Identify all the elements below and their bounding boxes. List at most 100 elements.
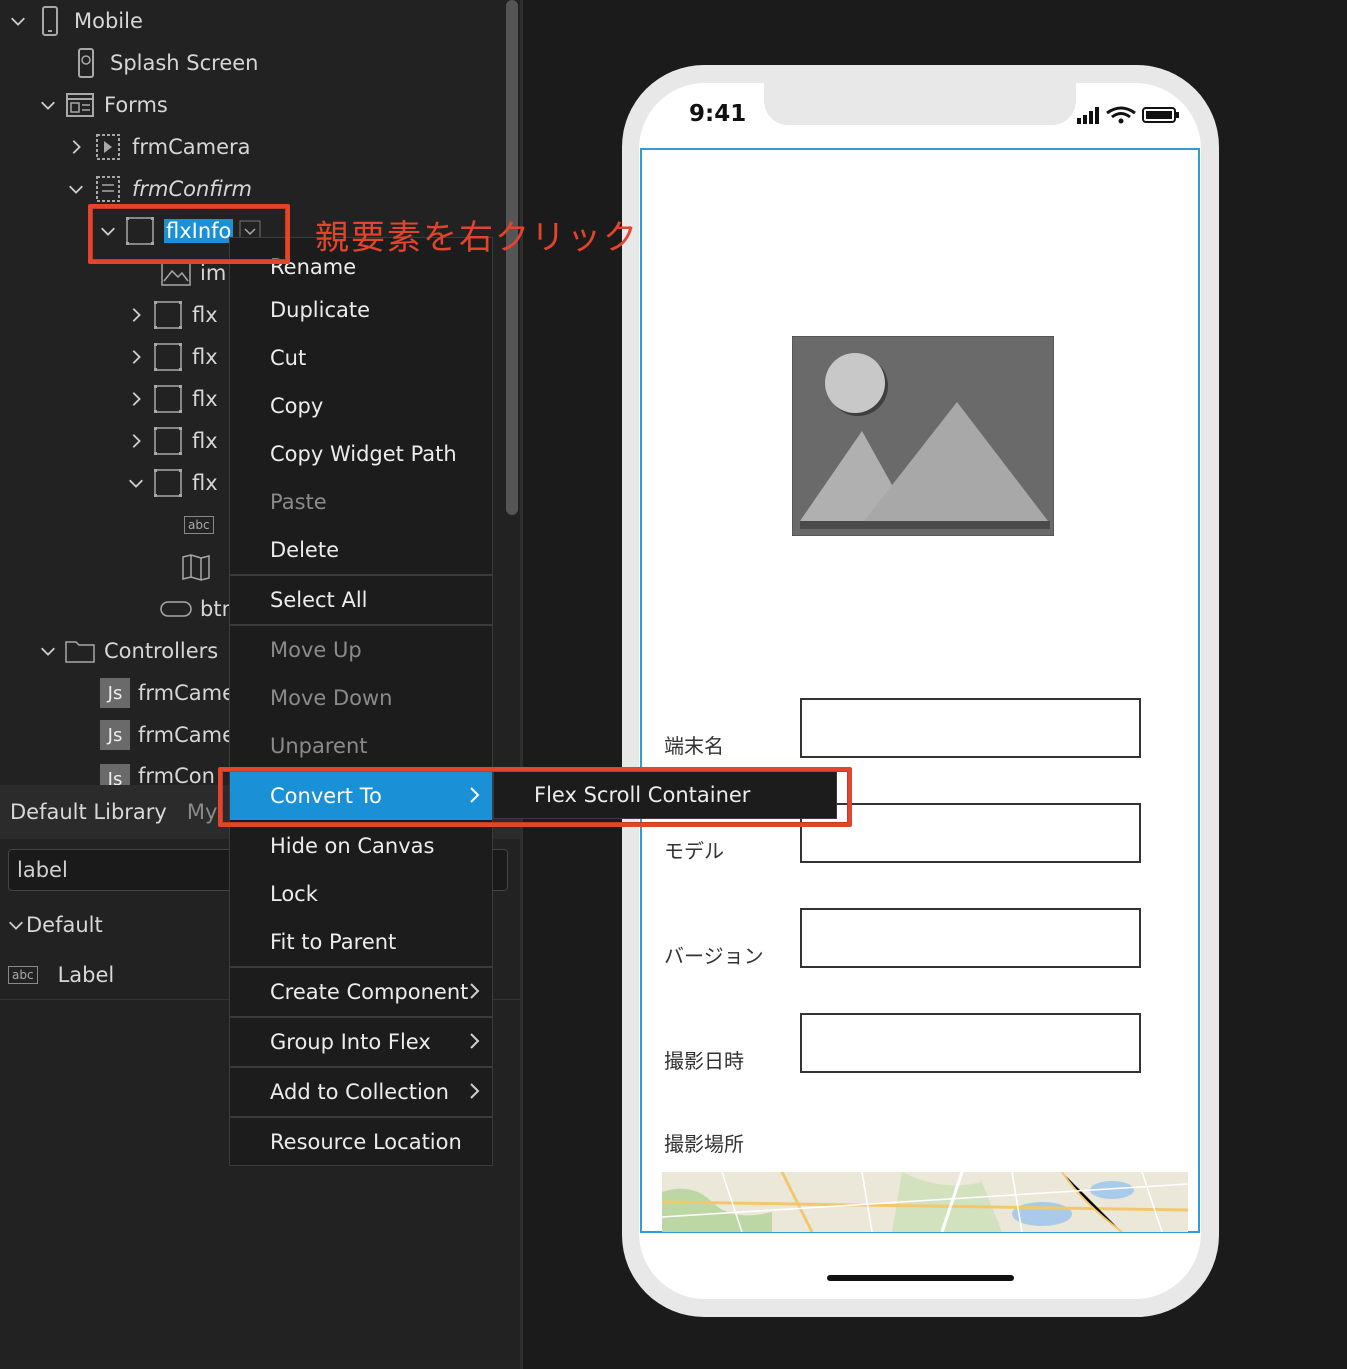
menu-item-select-all[interactable]: Select All (230, 576, 492, 624)
textbox-version[interactable] (800, 908, 1141, 968)
library-group-label: Default (26, 913, 103, 937)
menu-item-copy-widget-path[interactable]: Copy Widget Path (230, 430, 492, 478)
flex-container-icon (152, 466, 184, 500)
menu-item-hide-on-canvas[interactable]: Hide on Canvas (230, 822, 492, 870)
flex-container-icon (152, 382, 184, 416)
menu-item-group-into-flex[interactable]: Group Into Flex (230, 1018, 492, 1066)
menu-item-create-component[interactable]: Create Component (230, 968, 492, 1016)
button-icon (160, 592, 192, 626)
tree-label: flx (192, 429, 218, 453)
tree-item-controller-file[interactable]: Js frmCame (94, 714, 235, 756)
menu-label: Create Component (270, 980, 469, 1004)
library-item-label[interactable]: abc Label (8, 963, 114, 987)
form-canvas-frame: 端末名 モデル バージョン 撮影日時 撮影場所 (640, 148, 1200, 1233)
cellular-signal-icon (1077, 107, 1099, 124)
tree-item-frmcamera[interactable]: frmCamera (66, 126, 251, 168)
menu-item-move-down[interactable]: Move Down (230, 674, 492, 722)
library-group-default[interactable]: Default (6, 913, 103, 937)
chevron-right-icon (470, 983, 480, 999)
textbox-capture-datetime[interactable] (800, 1013, 1141, 1073)
tab-default-library[interactable]: Default Library (0, 785, 177, 839)
menu-label: Move Down (270, 686, 393, 710)
menu-item-paste[interactable]: Paste (230, 478, 492, 526)
tree-item-child-flex[interactable]: flx (126, 378, 218, 420)
phone-screen: 9:41 端末名 モデル バージョン 撮影日時 撮影場所 (639, 83, 1201, 1299)
menu-label: Fit to Parent (270, 930, 397, 954)
library-item-text: Label (57, 963, 115, 987)
js-file-icon: Js (100, 678, 130, 708)
field-label-capture-location: 撮影場所 (664, 1132, 744, 1156)
chevron-right-icon[interactable] (126, 347, 146, 367)
menu-label: Copy Widget Path (270, 442, 457, 466)
menu-item-copy[interactable]: Copy (230, 382, 492, 430)
menu-label: Add to Collection (270, 1080, 449, 1104)
label-widget-icon: abc (184, 516, 214, 534)
menu-label: Unparent (270, 734, 368, 758)
menu-item-lock[interactable]: Lock (230, 870, 492, 918)
field-label-version: バージョン (664, 944, 764, 968)
chevron-down-icon[interactable] (126, 473, 146, 493)
annotation-highlight-convert (218, 767, 852, 827)
menu-item-cut[interactable]: Cut (230, 334, 492, 382)
context-menu: Rename Duplicate Cut Copy Copy Widget Pa… (229, 237, 493, 1166)
map-widget[interactable] (662, 1172, 1188, 1232)
tree-item-label-widget[interactable]: abc (184, 504, 214, 546)
tree-item-map-widget[interactable] (180, 546, 212, 588)
chevron-down-icon[interactable] (38, 641, 58, 661)
tree-item-child-flex[interactable]: flx (126, 336, 218, 378)
chevron-right-icon (470, 1033, 480, 1049)
menu-label: Paste (270, 490, 327, 514)
menu-label: Copy (270, 394, 324, 418)
menu-item-delete[interactable]: Delete (230, 526, 492, 574)
tree-item-splash-screen[interactable]: Splash Screen (64, 42, 259, 84)
tree-item-child-flex[interactable]: flx (126, 420, 218, 462)
tree-item-controller-file[interactable]: Js frmCame (94, 672, 235, 714)
status-bar-icons (1077, 106, 1179, 124)
menu-label: Delete (270, 538, 339, 562)
tree-item-child-flex[interactable]: flx (126, 294, 218, 336)
menu-item-fit-to-parent[interactable]: Fit to Parent (230, 918, 492, 966)
chevron-right-icon[interactable] (66, 137, 86, 157)
tree-item-forms[interactable]: Forms (38, 84, 168, 126)
tree-item-child-flex[interactable]: flx (126, 462, 218, 504)
menu-item-resource-location[interactable]: Resource Location (230, 1118, 492, 1166)
flex-container-icon (152, 340, 184, 374)
menu-item-duplicate[interactable]: Duplicate (230, 286, 492, 334)
menu-item-move-up[interactable]: Move Up (230, 626, 492, 674)
js-file-icon: Js (100, 764, 130, 785)
chevron-down-icon[interactable] (66, 179, 86, 199)
tree-item-controller-file[interactable]: Js frmCon (94, 756, 215, 785)
tree-label: Mobile (74, 9, 143, 33)
tree-label: Controllers (104, 639, 219, 663)
tree-item-mobile[interactable]: Mobile (8, 0, 143, 42)
tree-label: frmCame (138, 681, 236, 705)
splash-screen-icon (70, 46, 102, 80)
chevron-right-icon[interactable] (126, 431, 146, 451)
menu-item-unparent[interactable]: Unparent (230, 722, 492, 770)
image-placeholder-icon[interactable] (792, 336, 1054, 536)
chevron-down-icon[interactable] (38, 95, 58, 115)
tree-label: flx (192, 345, 218, 369)
form-icon (92, 130, 124, 164)
home-indicator (827, 1275, 1014, 1281)
tree-item-controllers[interactable]: Controllers (38, 630, 218, 672)
chevron-right-icon[interactable] (126, 305, 146, 325)
forms-icon (64, 88, 96, 122)
menu-item-add-to-collection[interactable]: Add to Collection (230, 1068, 492, 1116)
menu-label: Resource Location (270, 1130, 462, 1154)
tree-label: flx (192, 387, 218, 411)
folder-icon (64, 634, 96, 668)
textbox-device-name[interactable] (800, 698, 1141, 758)
tree-item-button-widget[interactable]: btn (154, 588, 235, 630)
tree-label: frmCame (138, 723, 236, 747)
js-file-icon: Js (100, 720, 130, 750)
tree-label: im (200, 261, 227, 285)
menu-label: Move Up (270, 638, 362, 662)
chevron-down-icon[interactable] (6, 915, 26, 935)
chevron-down-icon[interactable] (8, 11, 28, 31)
tree-label: frmCon (138, 764, 215, 785)
chevron-right-icon[interactable] (126, 389, 146, 409)
menu-label: Group Into Flex (270, 1030, 431, 1054)
tree-label: frmConfirm (132, 177, 252, 201)
flex-container-icon (152, 424, 184, 458)
